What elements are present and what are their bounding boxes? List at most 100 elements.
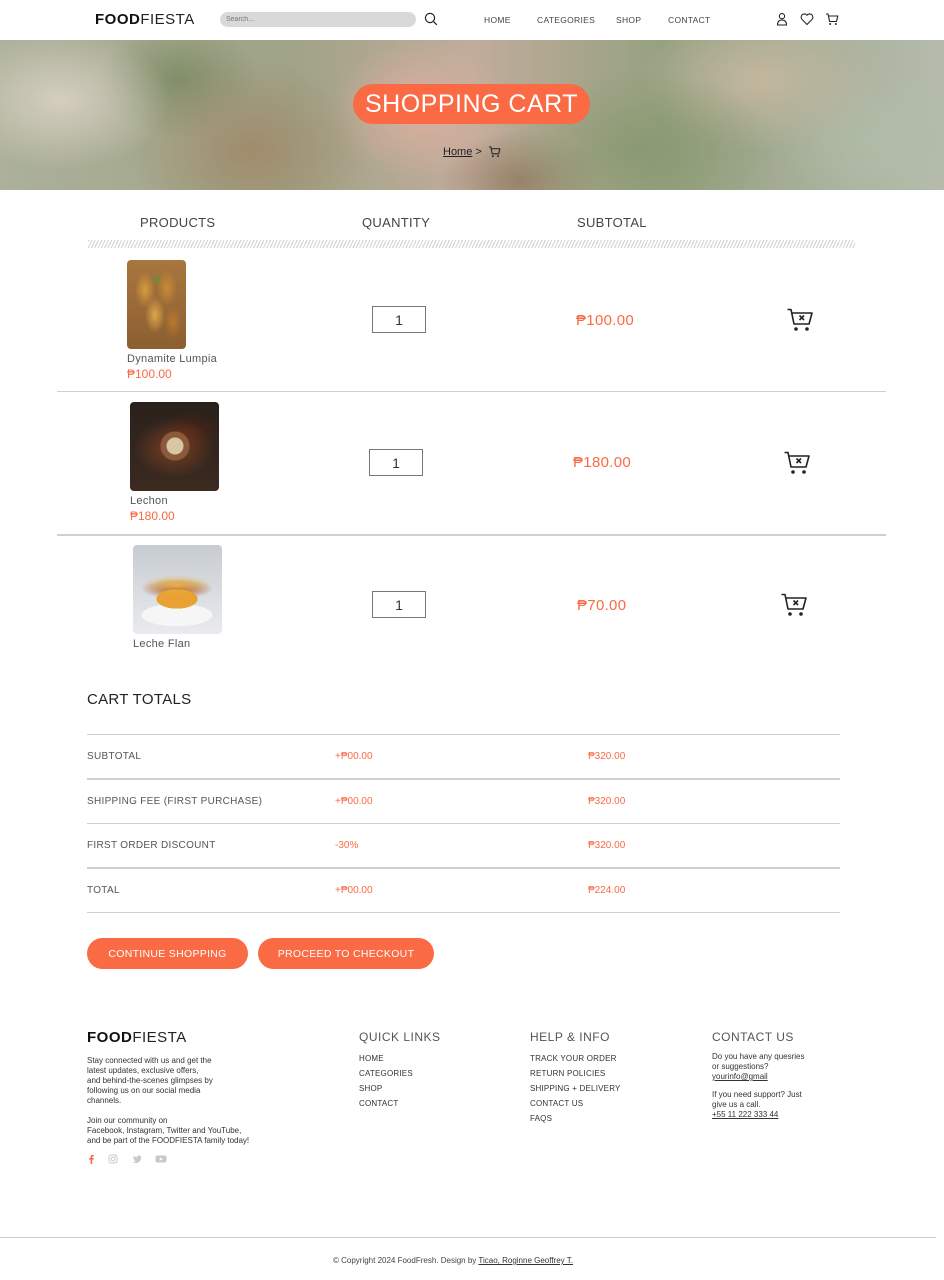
facebook-icon[interactable] [86,1154,96,1164]
totals-value: ₱320.00 [588,840,626,851]
product-name[interactable]: Leche Flan [133,638,190,650]
footer-brand-logo[interactable]: FOODFIESTA [87,1029,187,1046]
totals-label: SUBTOTAL [87,751,142,762]
footer-about-line: channels. [87,1096,122,1105]
header-divider [88,240,855,248]
totals-label: FIRST ORDER DISCOUNT [87,840,216,851]
footer-about: Stay connected with us and get the lates… [87,1056,213,1106]
search-input[interactable] [220,12,416,27]
search-icon[interactable] [424,12,438,26]
proceed-to-checkout-button[interactable]: PROCEED TO CHECKOUT [258,938,434,969]
contact-phone-link[interactable]: +55 11 222 333 44 [712,1110,805,1120]
help-info-title: HELP & INFO [530,1030,610,1044]
totals-adjustment: +₱00.00 [335,751,373,762]
footer-link-shop[interactable]: SHOP [359,1084,382,1093]
remove-from-cart-icon[interactable] [786,307,814,333]
footer-divider [0,1237,936,1238]
product-price: ₱100.00 [127,367,172,381]
cart-icon[interactable] [825,12,839,26]
quantity-input[interactable] [372,306,426,333]
copyright-text: © Copyright 2024 FoodFresh. Design by [333,1256,479,1265]
row-divider [57,391,886,392]
column-header-subtotal: SUBTOTAL [577,215,647,230]
footer-link-contact[interactable]: CONTACT [359,1099,398,1108]
product-name[interactable]: Lechon [130,495,168,507]
footer-link-faqs[interactable]: FAQS [530,1114,552,1123]
footer-community-line: and be part of the FOODFIESTA family tod… [87,1136,250,1145]
nav-link-home[interactable]: HOME [484,15,511,25]
brand-light: FIESTA [140,11,195,28]
top-navbar: FOODFIESTA HOME CATEGORIES SHOP CONTACT [0,0,944,40]
totals-value: ₱320.00 [588,751,626,762]
designer-link[interactable]: Ticao, Roginne Geoffrey T. [478,1256,573,1265]
brand-bold: FOOD [95,11,141,28]
footer-link-track-order[interactable]: TRACK YOUR ORDER [530,1054,617,1063]
contact-email-link[interactable]: yourinfo@gmail [712,1072,805,1082]
footer-link-categories[interactable]: CATEGORIES [359,1069,413,1078]
footer-about-line: latest updates, exclusive offers, [87,1066,199,1075]
quantity-input[interactable] [372,591,426,618]
breadcrumb: Home > [443,146,482,158]
totals-divider [87,778,840,780]
instagram-icon[interactable] [108,1154,118,1164]
quick-links-title: QUICK LINKS [359,1030,441,1044]
totals-divider [87,912,840,913]
youtube-icon[interactable] [155,1154,167,1164]
contact-support-line: If you need support? Just [712,1090,802,1099]
footer-link-home[interactable]: HOME [359,1054,384,1063]
nav-link-categories[interactable]: CATEGORIES [537,15,595,25]
remove-from-cart-icon[interactable] [783,450,811,476]
totals-divider [87,734,840,735]
contact-question-line: or suggestions? [712,1062,769,1071]
nav-link-shop[interactable]: SHOP [616,15,641,25]
footer-community-line: Join our community on [87,1116,168,1125]
heart-icon[interactable] [800,12,814,26]
totals-value: ₱320.00 [588,796,626,807]
twitter-icon[interactable] [132,1154,142,1164]
footer-community-line: Facebook, Instagram, Twitter and YouTube… [87,1126,242,1135]
totals-label: TOTAL [87,885,120,896]
footer-link-shipping-delivery[interactable]: SHIPPING + DELIVERY [530,1084,621,1093]
product-image-dynamite-lumpia[interactable] [127,260,186,349]
breadcrumb-home-link[interactable]: Home [443,146,472,158]
column-header-quantity: QUANTITY [362,215,431,230]
totals-adjustment: -30% [335,840,359,851]
breadcrumb-cart-icon [488,146,501,158]
footer-link-contact-us[interactable]: CONTACT US [530,1099,583,1108]
footer-about-line: and behind-the-scenes glimpses by [87,1076,213,1085]
footer-about-line: following us on our social media [87,1086,201,1095]
user-icon[interactable] [775,12,789,26]
row-subtotal: ₱70.00 [577,597,627,614]
product-name[interactable]: Dynamite Lumpia [127,353,217,365]
footer-link-return-policies[interactable]: RETURN POLICIES [530,1069,605,1078]
footer-brand-light: FIESTA [132,1029,187,1046]
quantity-input[interactable] [369,449,423,476]
footer-brand-bold: FOOD [87,1029,133,1046]
product-price: ₱180.00 [130,509,175,523]
hero-banner: SHOPPING CART Home > [0,40,944,190]
copyright: © Copyright 2024 FoodFresh. Design by Ti… [333,1256,573,1265]
continue-shopping-button[interactable]: CONTINUE SHOPPING [87,938,248,969]
remove-from-cart-icon[interactable] [780,592,808,618]
contact-support-line: give us a call. [712,1100,761,1109]
totals-divider [87,823,840,824]
totals-adjustment: +₱00.00 [335,885,373,896]
brand-logo[interactable]: FOODFIESTA [95,11,195,28]
totals-divider [87,867,840,869]
column-header-products: PRODUCTS [140,215,216,230]
page-title: SHOPPING CART [353,84,590,124]
product-image-leche-flan[interactable] [133,545,222,634]
totals-adjustment: +₱00.00 [335,796,373,807]
totals-label: SHIPPING FEE (FIRST PURCHASE) [87,796,263,807]
footer-about-line: Stay connected with us and get the [87,1056,212,1065]
row-subtotal: ₱100.00 [576,312,634,329]
totals-value: ₱224.00 [588,885,626,896]
footer-community: Join our community on Facebook, Instagra… [87,1116,249,1146]
row-divider [57,534,886,536]
breadcrumb-separator: > [475,146,482,158]
nav-link-contact[interactable]: CONTACT [668,15,711,25]
product-image-lechon[interactable] [130,402,219,491]
contact-info: Do you have any quesries or suggestions?… [712,1052,805,1120]
contact-question-line: Do you have any quesries [712,1052,805,1061]
cart-totals-title: CART TOTALS [87,691,192,708]
